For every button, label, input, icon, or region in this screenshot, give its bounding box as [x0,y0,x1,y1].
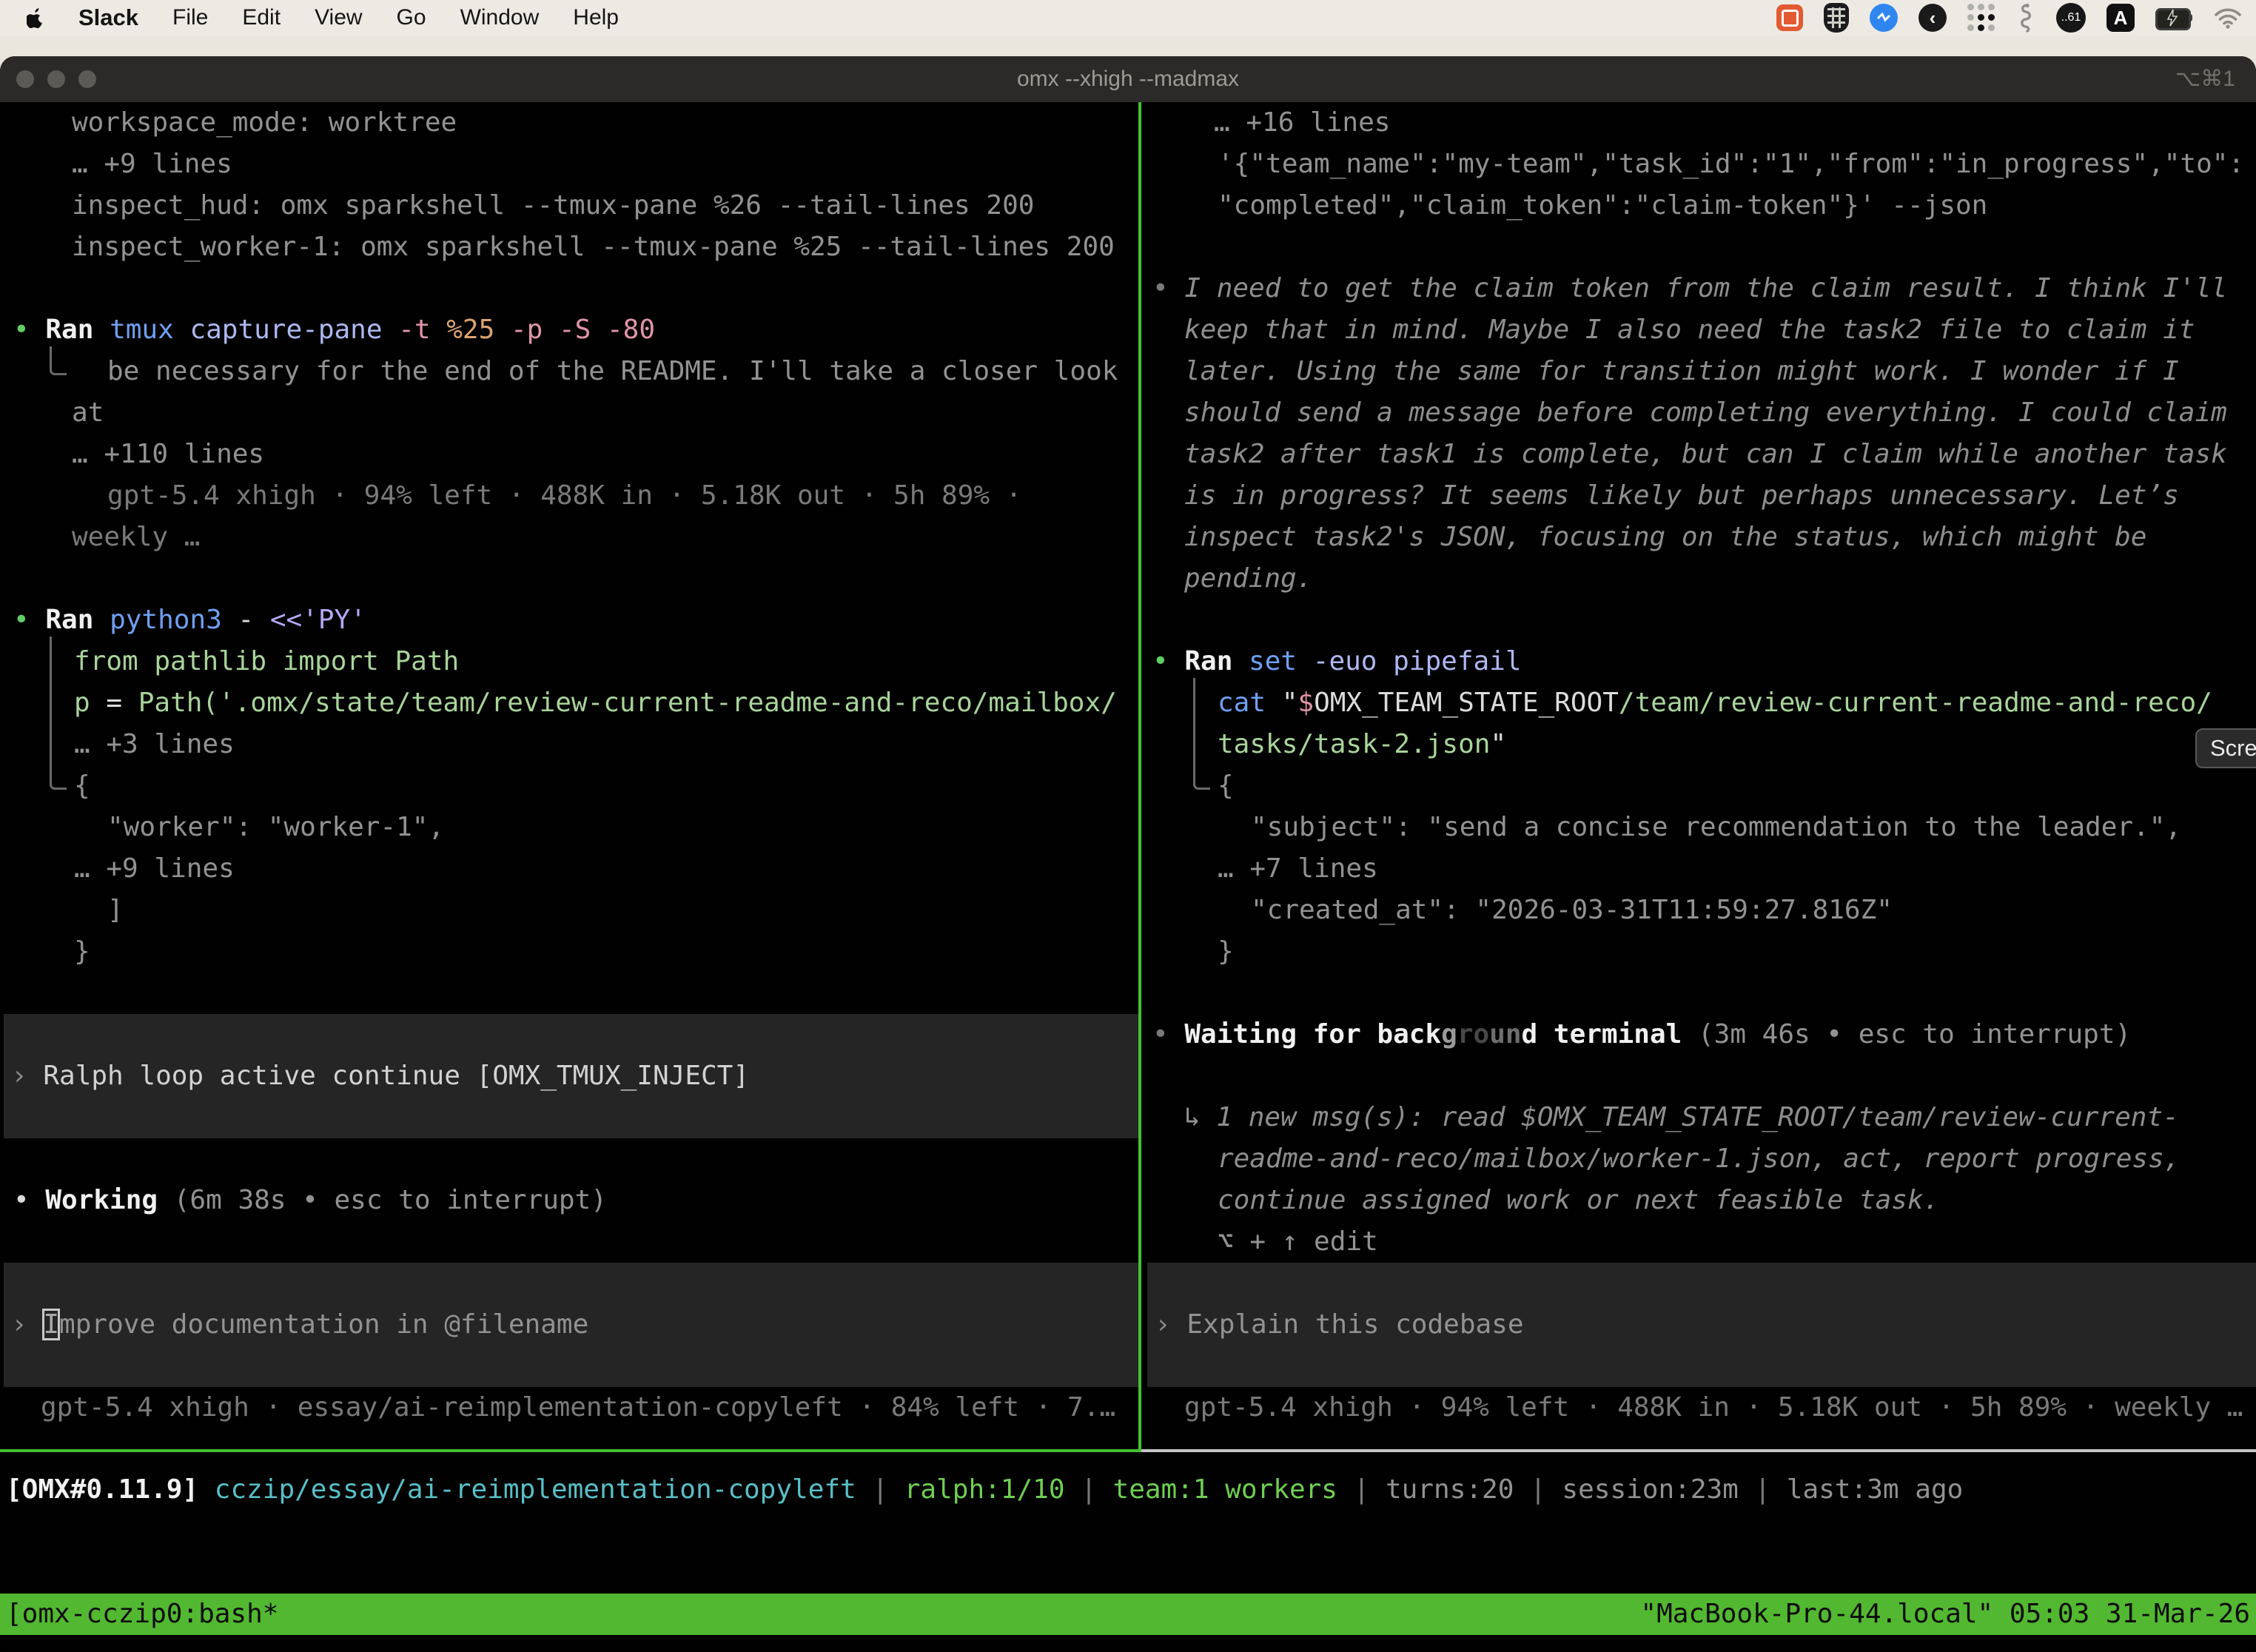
terminal-line: ] [107,890,124,931]
terminal-line: readme-and-reco/mailbox/worker-1.json, a… [1218,1138,2180,1180]
terminal-line: … +110 lines [72,434,264,475]
menu-item-help[interactable]: Help [573,5,619,30]
terminal-line: inspect_hud: omx sparkshell --tmux-pane … [72,185,1034,226]
menu-item-go[interactable]: Go [397,5,426,30]
terminal-line: cat "$OMX_TEAM_STATE_ROOT/team/review-cu… [1218,682,2212,724]
pane-border-right-inactive [1141,1449,2256,1452]
apple-menu-icon[interactable] [27,7,44,28]
terminal-line: weekly … [72,517,200,558]
terminal-line: … +9 lines [74,848,235,890]
menu-item-file[interactable]: File [172,5,208,30]
terminal-line: be necessary for the end of the README. … [107,351,1118,392]
dots-grid-icon[interactable] [1967,4,1995,32]
terminal-line: continue assigned work or next feasible … [1218,1180,1939,1221]
omx-status-bar: [OMX#0.11.9] cczip/essay/ai-reimplementa… [6,1469,1963,1511]
wifi-icon[interactable] [2213,7,2243,29]
terminal-line: { [74,765,90,807]
terminal-line: gpt-5.4 xhigh · 94% left · 488K in · 5.1… [1184,1387,2243,1428]
terminal-line: ⌥ + ↑ edit [1218,1221,1378,1263]
terminal-line: gpt-5.4 xhigh · 94% left · 488K in · 5.1… [107,475,1021,517]
terminal-line: task2 after task1 is complete, but can I… [1184,434,2227,475]
terminal-line: … +9 lines [72,144,232,185]
terminal-line: • I need to get the claim token from the… [1152,268,2227,309]
terminal-line: should send a message before completing … [1184,392,2227,434]
terminal-line: { [1218,765,1234,807]
terminal-line: "worker": "worker-1", [107,807,444,848]
window-shortcut-badge: ⌥⌘1 [2175,56,2235,102]
terminal-line: at [72,392,104,434]
terminal-line: later. Using the same for transition mig… [1184,351,2179,392]
tmux-session-label: [omx-cczip0:bash* [6,1594,278,1635]
terminal-line: "subject": "send a concise recommendatio… [1251,807,2181,848]
window-titlebar[interactable]: omx --xhigh --madmax ⌥⌘1 [0,56,2256,102]
terminal-line: gpt-5.4 xhigh · essay/ai-reimplementatio… [41,1387,1115,1428]
terminal-line: › Ralph loop active continue [OMX_TMUX_I… [11,1055,749,1097]
terminal-line: › Improve documentation in @filename [11,1304,588,1346]
tmux-host-clock-label: "MacBook-Pro-44.local" 05:03 31-Mar-26 [1640,1594,2250,1635]
terminal-line: p = Path('.omx/state/team/review-current… [74,682,1117,724]
menu-app-name[interactable]: Slack [78,4,138,31]
terminal-line: pending. [1184,558,1312,600]
terminal-window: omx --xhigh --madmax ⌥⌘1 workspace_mode:… [0,56,2256,1652]
output-connector [50,637,67,790]
window-title: omx --xhigh --madmax [0,56,2256,102]
terminal-line: } [74,931,90,973]
screenshot-tooltip: Scre [2195,728,2256,768]
terminal-line: • Working (6m 38s • esc to interrupt) [13,1180,607,1221]
terminal-line: is in progress? It seems likely but perh… [1184,475,2179,517]
speedtest-app-icon[interactable] [1870,4,1898,32]
menu-item-window[interactable]: Window [460,5,540,30]
crescent-chevron-app-icon[interactable]: ‹ [1918,4,1947,32]
terminal-line: ↳ 1 new msg(s): read $OMX_TEAM_STATE_ROO… [1184,1097,2179,1138]
terminal-line: tasks/task-2.json" [1218,724,1506,765]
menu-status-area: ‹ ..61 A [1776,3,2256,33]
terminal-line: • Ran python3 - <<'PY' [13,600,366,641]
terminal-line: inspect_worker-1: omx sparkshell --tmux-… [72,226,1115,268]
letter-a-app-icon[interactable]: A [2106,4,2135,32]
terminal-pane-left[interactable]: workspace_mode: worktree… +9 linesinspec… [0,102,1138,1449]
menu-bar: Slack File Edit View Go Window Help ‹ ..61 A [0,0,2256,36]
menu-item-view[interactable]: View [315,5,362,30]
terminal-line: • Waiting for background terminal (3m 46… [1152,1014,2131,1055]
battery-icon[interactable] [2155,8,2192,27]
terminal-line: keep that in mind. Maybe I also need the… [1184,309,2195,351]
terminal-line: workspace_mode: worktree [72,102,457,144]
terminal-line: › Explain this codebase [1155,1304,1524,1346]
pane-divider[interactable] [1138,102,1141,1449]
terminal-line: • Ran tmux capture-pane -t %25 -p -S -80 [13,309,655,351]
shield-app-icon[interactable] [1824,3,1849,33]
hook-app-icon[interactable] [2016,3,2035,33]
terminal-line: … +7 lines [1218,848,1378,890]
pane-border-left-active [0,1449,1141,1452]
terminal-line: from pathlib import Path [74,641,459,682]
tmux-status-bar: [omx-cczip0:bash* "MacBook-Pro-44.local"… [0,1594,2256,1635]
terminal-line: '{"team_name":"my-team","task_id":"1","f… [1218,144,2244,185]
terminal-line: "created_at": "2026-03-31T11:59:27.816Z" [1251,890,1893,931]
terminal-pane-right[interactable]: … +16 lines'{"team_name":"my-team","task… [1144,102,2256,1449]
menu-item-edit[interactable]: Edit [242,5,281,30]
terminal-line: "completed","claim_token":"claim-token"}… [1218,185,1987,226]
badge-circle-icon[interactable]: ..61 [2056,3,2086,33]
notification-app-icon[interactable] [1776,4,1803,31]
terminal-line: • Ran set -euo pipefail [1152,641,1522,682]
output-connector [1193,678,1210,790]
terminal-content[interactable]: workspace_mode: worktree… +9 linesinspec… [0,102,2256,1652]
terminal-line: … +16 lines [1214,102,1390,144]
terminal-line: } [1218,931,1234,973]
terminal-line: inspect task2's JSON, focusing on the st… [1184,517,2146,558]
terminal-line: … +3 lines [74,724,235,765]
